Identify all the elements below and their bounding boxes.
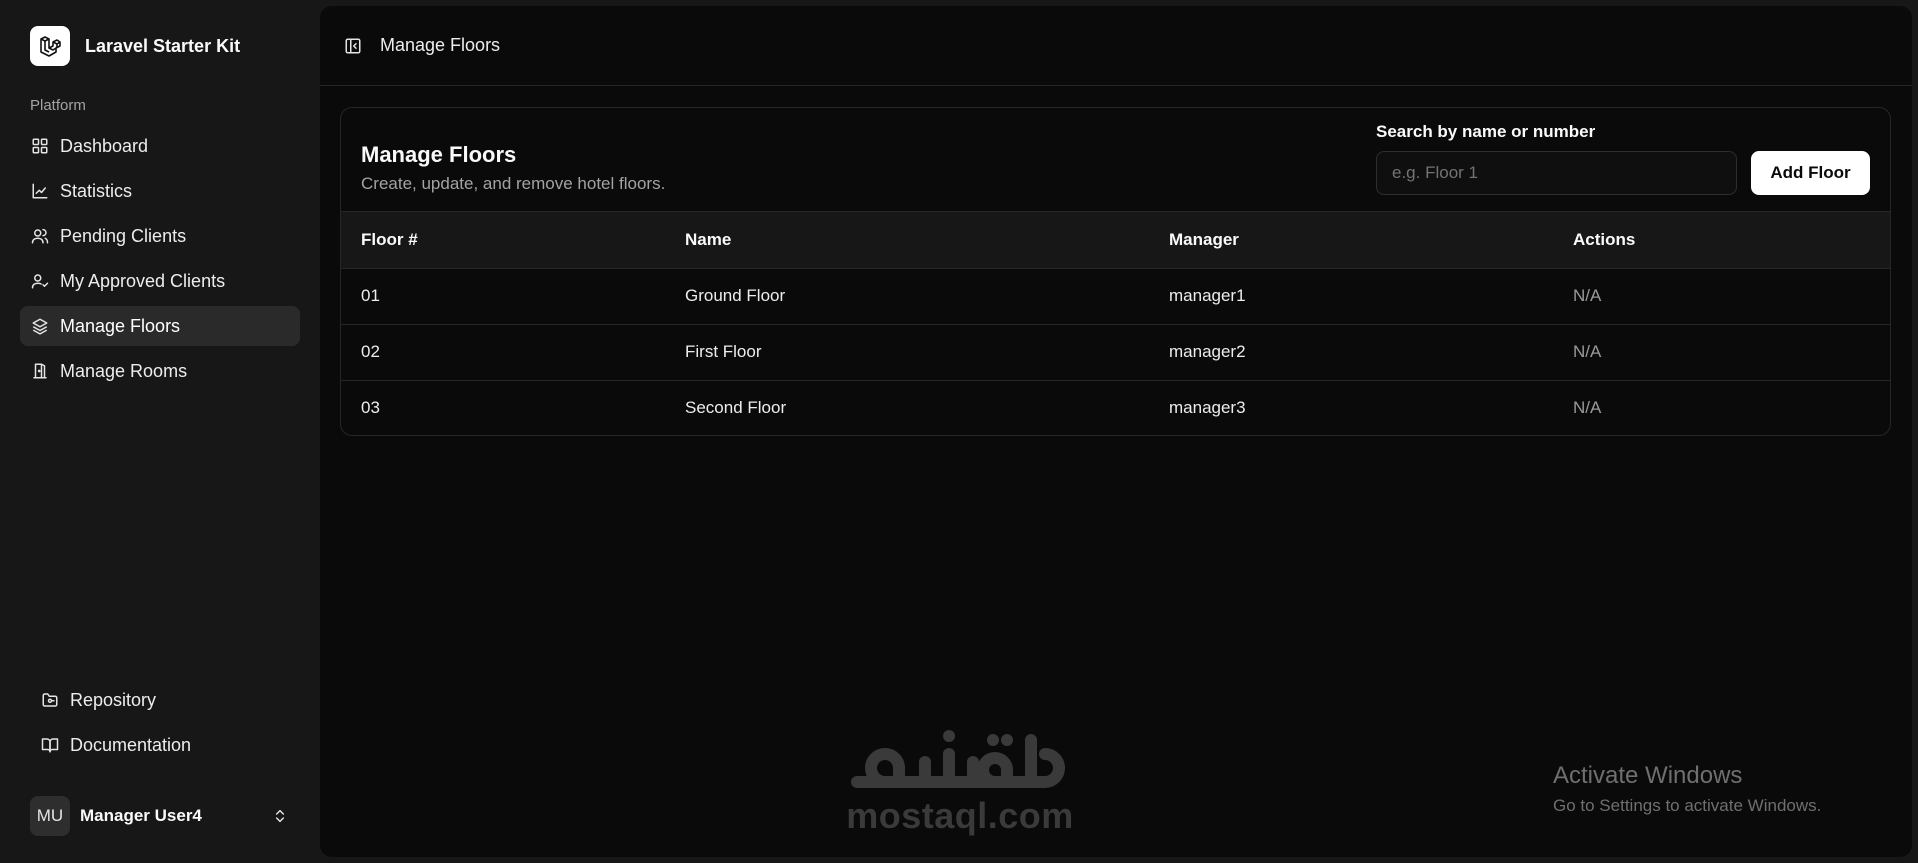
floor-number-cell: 03 bbox=[361, 398, 380, 418]
user-name: Manager User4 bbox=[80, 806, 202, 825]
search-label: Search by name or number bbox=[1376, 122, 1596, 141]
door-icon bbox=[30, 361, 50, 381]
chart-line-icon bbox=[30, 181, 50, 201]
sidebar-item-pending-clients[interactable]: Pending Clients bbox=[20, 216, 300, 256]
column-header: Manager bbox=[1169, 229, 1239, 249]
sidebar-item-manage-rooms[interactable]: Manage Rooms bbox=[20, 351, 300, 391]
layout-grid-icon bbox=[30, 136, 50, 156]
column-header: Name bbox=[685, 229, 732, 249]
table-row[interactable]: 03 Second Floor manager3 N/A bbox=[341, 380, 1890, 435]
panel-left-icon[interactable] bbox=[342, 35, 364, 57]
floors-table: Floor # Name Manager Actions 01 Ground F… bbox=[341, 212, 1890, 435]
sidebar-item-dashboard[interactable]: Dashboard bbox=[20, 126, 300, 166]
column-header: Actions bbox=[1573, 229, 1636, 249]
table-row[interactable]: 01 Ground Floor manager1 N/A bbox=[341, 268, 1890, 324]
book-open-icon bbox=[40, 735, 60, 755]
manager-cell: manager2 bbox=[1169, 342, 1246, 361]
activation-subtitle: Go to Settings to activate Windows. bbox=[1553, 796, 1822, 815]
avatar: MU bbox=[30, 796, 70, 836]
column-header: Floor # bbox=[361, 229, 418, 249]
sidebar-item-label: Manage Rooms bbox=[60, 360, 188, 381]
floor-number-cell: 02 bbox=[361, 342, 380, 361]
mostaql-logo bbox=[851, 730, 1065, 788]
floor-number-cell: 01 bbox=[361, 286, 380, 305]
manager-cell: manager3 bbox=[1169, 398, 1246, 418]
sidebar-item-my-approved-clients[interactable]: My Approved Clients bbox=[20, 261, 300, 301]
floor-name-cell: Ground Floor bbox=[685, 286, 786, 305]
sidebar-item-label: Pending Clients bbox=[60, 225, 187, 246]
card-header: Manage Floors Create, update, and remove… bbox=[341, 108, 1890, 212]
users-icon bbox=[30, 226, 50, 246]
search-input[interactable] bbox=[1376, 151, 1737, 195]
sidebar-item-statistics[interactable]: Statistics bbox=[20, 171, 300, 211]
sidebar-item-manage-floors[interactable]: Manage Floors bbox=[20, 306, 300, 346]
chevrons-up-down-icon bbox=[270, 806, 290, 826]
add-floor-button[interactable]: Add Floor bbox=[1751, 151, 1870, 195]
topbar: Manage Floors bbox=[320, 6, 1912, 86]
repository-link[interactable]: Repository bbox=[30, 680, 300, 720]
page-title: Manage Floors bbox=[361, 142, 517, 167]
sidebar-item-label: Statistics bbox=[60, 180, 133, 201]
windows-activation-notice: Activate Windows Go to Settings to activ… bbox=[1553, 762, 1821, 816]
user-menu[interactable]: MU Manager User4 bbox=[30, 795, 300, 837]
mostaql-watermark: mostaql.com bbox=[845, 726, 1075, 846]
watermark-domain: mostaql.com bbox=[846, 795, 1074, 836]
sidebar-item-label: My Approved Clients bbox=[60, 270, 226, 291]
breadcrumb[interactable]: Manage Floors bbox=[380, 35, 500, 56]
sidebar-nav: Dashboard Statistics Pending Clients My … bbox=[20, 126, 300, 396]
folder-git-icon bbox=[40, 690, 60, 710]
sidebar-footer-links: Repository Documentation bbox=[30, 680, 300, 770]
laravel-logo-icon bbox=[30, 26, 70, 66]
brand[interactable]: Laravel Starter Kit bbox=[30, 26, 240, 66]
manager-cell: manager1 bbox=[1169, 286, 1246, 305]
main-panel: Manage Floors Manage Floors Create, upda… bbox=[320, 6, 1912, 857]
actions-cell: N/A bbox=[1573, 286, 1602, 305]
actions-cell: N/A bbox=[1573, 342, 1602, 361]
sidebar: Laravel Starter Kit Platform Dashboard S… bbox=[0, 0, 320, 863]
floor-name-cell: First Floor bbox=[685, 342, 762, 361]
nav-group-label: Platform bbox=[30, 97, 86, 114]
layers-icon bbox=[30, 316, 50, 336]
brand-name: Laravel Starter Kit bbox=[85, 35, 241, 56]
table-row[interactable]: 02 First Floor manager2 N/A bbox=[341, 324, 1890, 380]
repository-label: Repository bbox=[70, 689, 157, 710]
sidebar-item-label: Manage Floors bbox=[60, 315, 181, 336]
documentation-label: Documentation bbox=[70, 734, 192, 755]
floor-name-cell: Second Floor bbox=[685, 398, 787, 418]
activation-title: Activate Windows bbox=[1553, 762, 1743, 789]
sidebar-item-label: Dashboard bbox=[60, 135, 149, 156]
actions-cell: N/A bbox=[1573, 398, 1602, 418]
floors-card: Manage Floors Create, update, and remove… bbox=[340, 107, 1891, 436]
documentation-link[interactable]: Documentation bbox=[30, 725, 300, 765]
page-subtitle: Create, update, and remove hotel floors. bbox=[361, 174, 666, 193]
user-check-icon bbox=[30, 271, 50, 291]
table-header-row: Floor # Name Manager Actions bbox=[341, 212, 1890, 268]
